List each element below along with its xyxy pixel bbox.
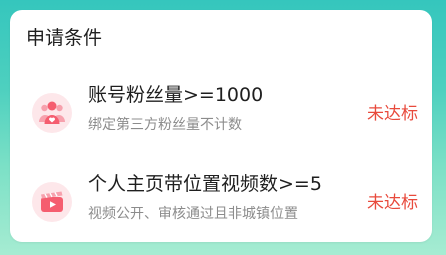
video-clapper-icon — [32, 182, 72, 222]
application-conditions-card: 申请条件 账号粉丝量>=1000 绑定第三方粉丝量不计数 未达标 个人主页带位置… — [10, 10, 432, 242]
condition-subtitle: 视频公开、审核通过且非城镇位置 — [88, 206, 298, 222]
status-badge: 未达标 — [367, 104, 418, 124]
condition-subtitle: 绑定第三方粉丝量不计数 — [88, 117, 242, 133]
status-badge: 未达标 — [367, 193, 418, 213]
followers-icon — [32, 93, 72, 133]
condition-title: 个人主页带位置视频数>=5 — [88, 173, 322, 195]
condition-row-location-videos: 个人主页带位置视频数>=5 视频公开、审核通过且非城镇位置 未达标 — [10, 170, 432, 240]
condition-title: 账号粉丝量>=1000 — [88, 84, 264, 106]
condition-row-followers: 账号粉丝量>=1000 绑定第三方粉丝量不计数 未达标 — [10, 81, 432, 151]
card-title: 申请条件 — [26, 27, 103, 49]
